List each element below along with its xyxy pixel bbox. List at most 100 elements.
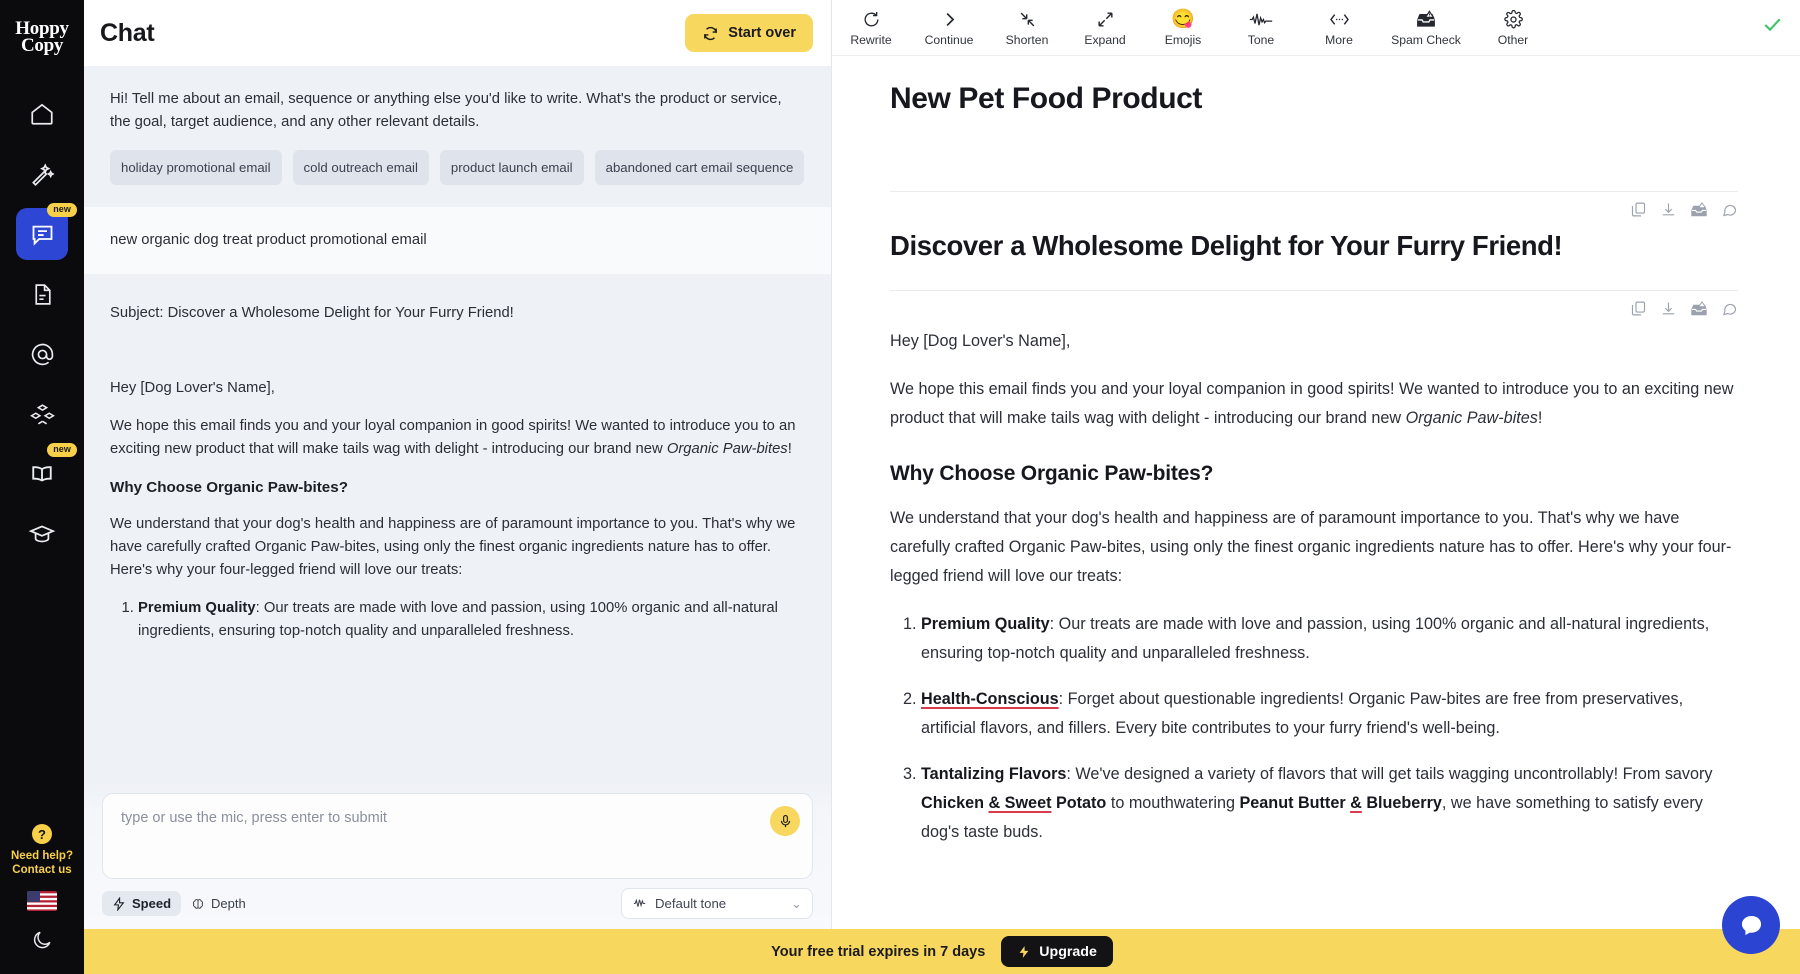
microphone-icon (778, 814, 793, 829)
chip-abandoned-cart-email-sequence[interactable]: abandoned cart email sequence (595, 150, 805, 185)
speed-label: Speed (132, 896, 171, 911)
start-over-label: Start over (728, 25, 796, 41)
microphone-button[interactable] (770, 806, 800, 836)
us-flag-icon[interactable] (27, 891, 57, 911)
download-icon[interactable] (1660, 300, 1677, 323)
depth-mode-button[interactable]: Depth (181, 891, 256, 916)
editor-toolbar: Rewrite Continue Shorten Expand (832, 0, 1800, 56)
tool-other[interactable]: Other (1474, 5, 1552, 51)
app-logo[interactable]: Hoppy Copy (0, 0, 84, 70)
list-item: Premium Quality: Our treats are made wit… (138, 597, 805, 643)
sidebar-item-home[interactable] (16, 88, 68, 140)
sidebar-item-generate[interactable] (16, 148, 68, 200)
tool-tone-label: Tone (1248, 33, 1274, 47)
doc-list-2-bold: Health-Conscious (921, 690, 1059, 708)
doc-list-3-rest-b: to mouthwatering (1106, 794, 1239, 812)
tool-continue[interactable]: Continue (910, 5, 988, 51)
tool-expand[interactable]: Expand (1066, 5, 1144, 51)
sidebar-item-academy[interactable] (16, 508, 68, 560)
sidebar: Hoppy Copy new (0, 0, 84, 974)
tool-shorten[interactable]: Shorten (988, 5, 1066, 51)
chat-paragraph-2: We understand that your dog's health and… (110, 513, 805, 582)
assistant-intro-text: Hi! Tell me about an email, sequence or … (110, 88, 805, 134)
doc-flavor1-a: Chicken (921, 794, 988, 812)
tool-continue-label: Continue (925, 33, 974, 47)
chat-benefit-list: Premium Quality: Our treats are made wit… (110, 597, 805, 643)
chat-message-assistant-body: Hey [Dog Lover's Name], We hope this ema… (84, 359, 831, 675)
tool-rewrite-label: Rewrite (850, 33, 891, 47)
chat-p1-italic: Organic Paw-bites (667, 441, 788, 457)
chat-panel: Chat Start over Hi! Tell me about an ema… (84, 0, 832, 974)
trial-banner-text: Your free trial expires in 7 days (771, 944, 985, 960)
start-over-button[interactable]: Start over (685, 14, 813, 52)
chip-cold-outreach-email[interactable]: cold outreach email (293, 150, 429, 185)
chip-holiday-promotional-email[interactable]: holiday promotional email (110, 150, 282, 185)
question-mark-icon: ? (32, 824, 52, 844)
chat-message-assistant-intro: Hi! Tell me about an email, sequence or … (84, 66, 831, 207)
document-editor[interactable]: New Pet Food Product Discover a Wholesom… (832, 56, 1800, 974)
sidebar-item-library[interactable]: new (16, 448, 68, 500)
doc-p1-post: ! (1538, 409, 1543, 427)
speed-mode-button[interactable]: Speed (102, 891, 181, 916)
body-block-actions (890, 291, 1738, 327)
brain-icon (191, 897, 205, 911)
chat-header: Chat Start over (84, 0, 831, 66)
copy-icon[interactable] (1630, 300, 1647, 323)
composer-controls: Speed Depth Default tone ⌄ (102, 888, 813, 919)
document-body[interactable]: Hey [Dog Lover's Name], We hope this ema… (890, 327, 1738, 847)
saved-check-icon (1747, 13, 1784, 42)
send-email-icon[interactable] (1690, 201, 1708, 224)
doc-p1-italic: Organic Paw-bites (1406, 409, 1538, 427)
tool-spam-check[interactable]: Spam Check (1378, 5, 1474, 51)
tool-more[interactable]: More (1300, 5, 1378, 51)
sidebar-item-emails[interactable] (16, 328, 68, 380)
gear-icon (1504, 9, 1523, 30)
doc-paragraph-2: We understand that your dog's health and… (890, 504, 1738, 591)
tool-more-label: More (1325, 33, 1353, 47)
doc-benefit-list: Premium Quality: Our treats are made wit… (890, 610, 1738, 847)
list-item: Tantalizing Flavors: We've designed a va… (921, 760, 1738, 847)
tool-tone[interactable]: Tone (1222, 5, 1300, 51)
trial-banner: Your free trial expires in 7 days Upgrad… (84, 929, 1800, 974)
sidebar-item-templates[interactable] (16, 388, 68, 440)
document-subject[interactable]: Discover a Wholesome Delight for Your Fu… (890, 228, 1738, 264)
list-item: Premium Quality: Our treats are made wit… (921, 610, 1738, 668)
flag-svg (27, 891, 57, 911)
doc-list-1-bold: Premium Quality (921, 615, 1050, 633)
send-email-icon[interactable] (1690, 300, 1708, 323)
graduation-cap-icon (28, 520, 56, 548)
comment-icon[interactable] (1721, 201, 1738, 224)
book-icon (28, 460, 56, 488)
help-line-2: Contact us (11, 863, 73, 877)
tone-select[interactable]: Default tone ⌄ (621, 888, 813, 919)
theme-toggle-button[interactable] (31, 929, 53, 956)
tool-emojis-label: Emojis (1165, 33, 1202, 47)
tool-other-label: Other (1498, 33, 1528, 47)
sidebar-item-documents[interactable] (16, 268, 68, 320)
sidebar-badge-new-chat: new (47, 203, 77, 217)
sidebar-footer: ? Need help? Contact us (0, 824, 84, 974)
document-title[interactable]: New Pet Food Product (890, 82, 1738, 116)
waveform-icon (632, 896, 647, 911)
help-contact-block[interactable]: ? Need help? Contact us (11, 824, 73, 877)
magic-wand-icon (29, 161, 55, 187)
doc-flavor2-c: Blueberry (1362, 794, 1442, 812)
copy-icon[interactable] (1630, 201, 1647, 224)
expand-arrows-icon (1096, 9, 1115, 30)
tone-value: Default tone (655, 896, 726, 911)
doc-flavor1-b: & Sweet (988, 794, 1051, 812)
lightning-bolt-icon (112, 897, 126, 911)
chat-input-box[interactable]: type or use the mic, press enter to subm… (102, 793, 813, 879)
list-item: Health-Conscious: Forget about questiona… (921, 685, 1738, 743)
support-chat-widget[interactable] (1722, 896, 1780, 954)
comment-icon[interactable] (1721, 300, 1738, 323)
at-sign-icon (29, 341, 56, 368)
upgrade-button[interactable]: Upgrade (1001, 936, 1113, 967)
download-icon[interactable] (1660, 201, 1677, 224)
tool-emojis[interactable]: 😋 Emojis (1144, 5, 1222, 51)
tool-rewrite[interactable]: Rewrite (832, 5, 910, 51)
chip-product-launch-email[interactable]: product launch email (440, 150, 584, 185)
sidebar-item-chat[interactable]: new (16, 208, 68, 260)
chat-message-user: new organic dog treat product promotiona… (84, 207, 831, 274)
tool-expand-label: Expand (1084, 33, 1125, 47)
